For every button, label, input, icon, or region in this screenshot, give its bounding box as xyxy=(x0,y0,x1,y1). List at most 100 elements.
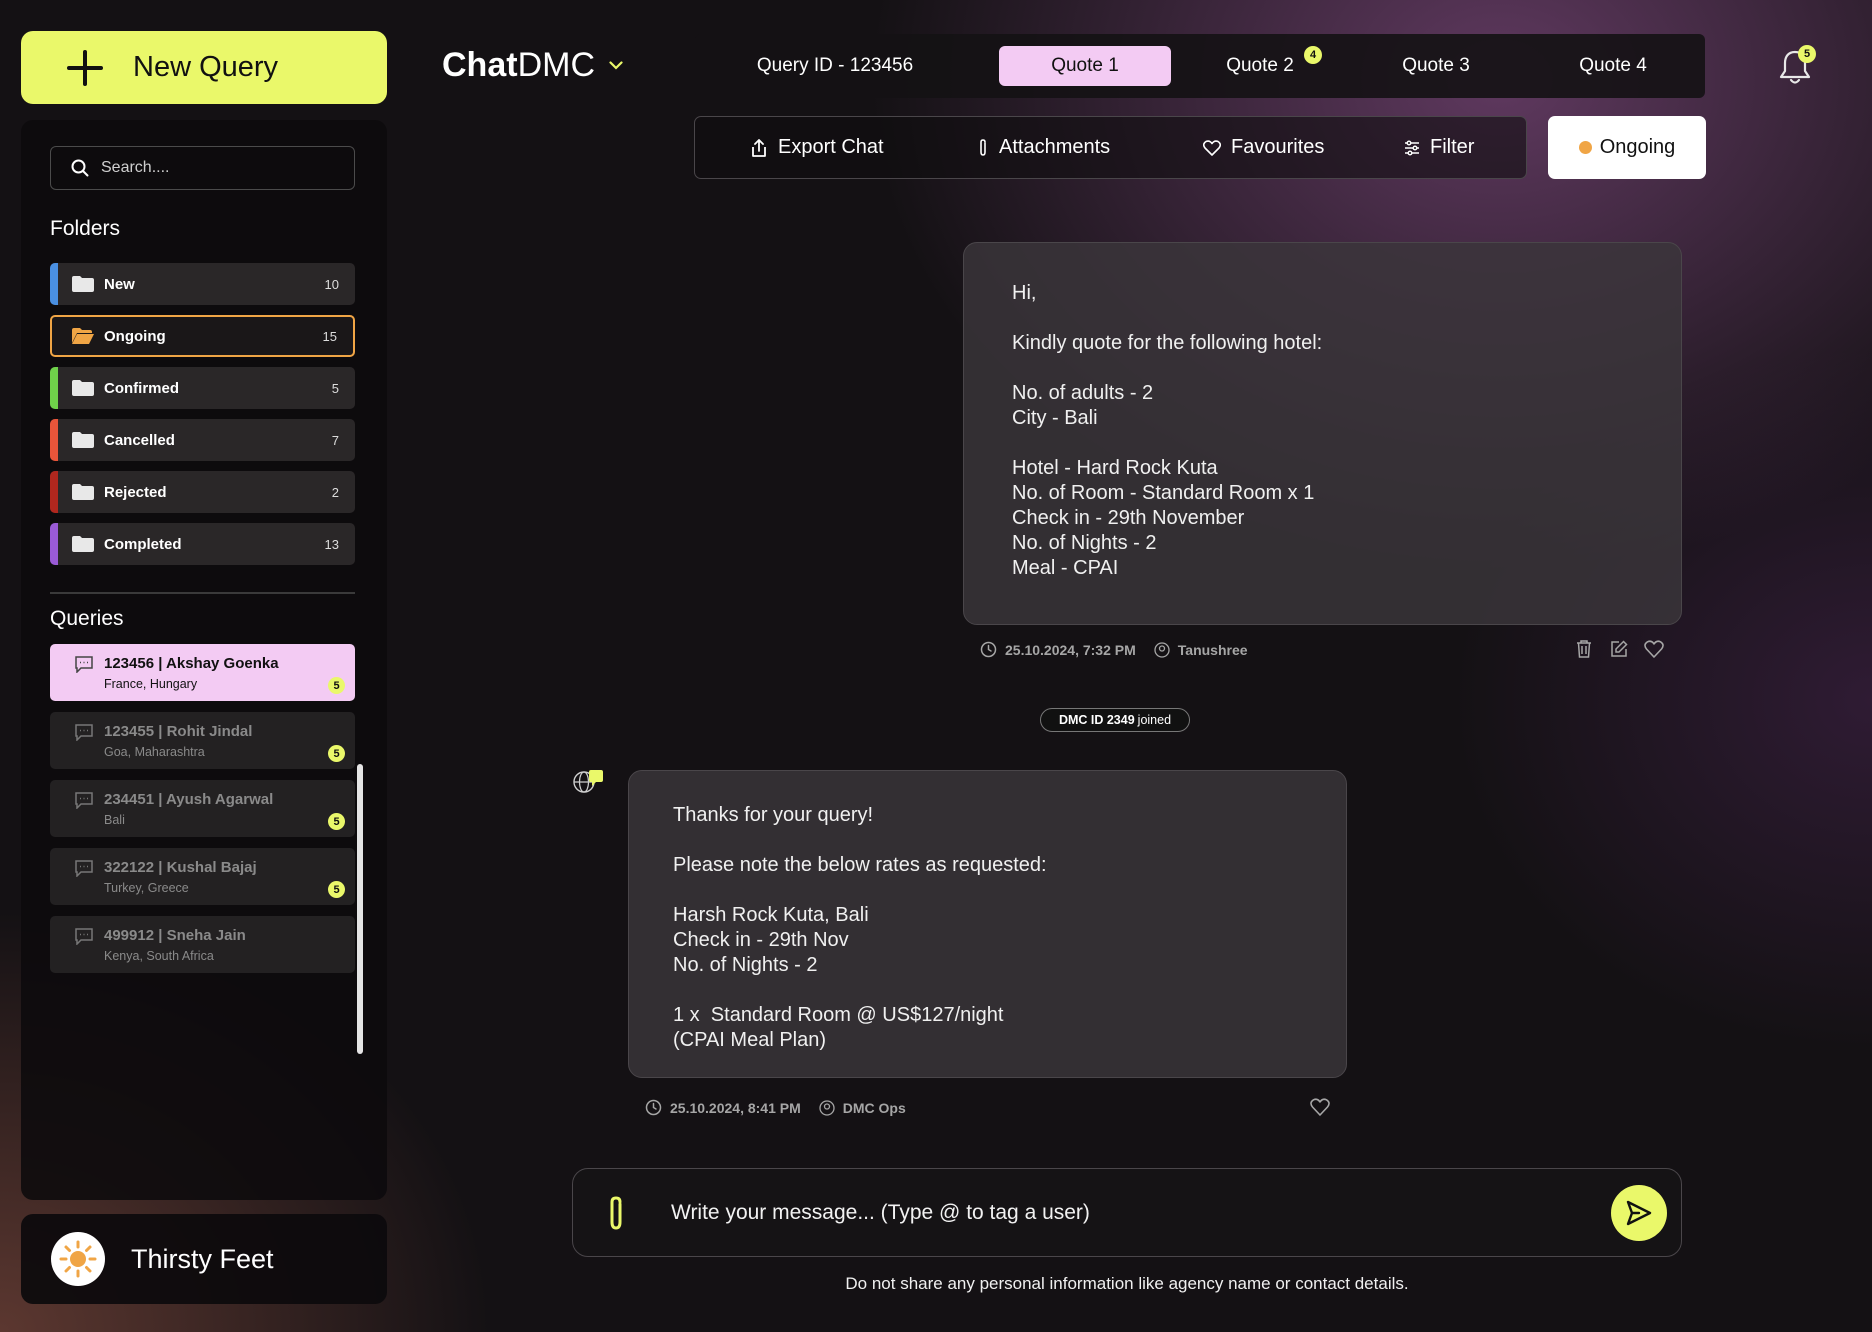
export-chat-button[interactable]: Export Chat xyxy=(750,117,884,178)
folder-rejected[interactable]: Rejected 2 xyxy=(50,471,355,513)
attachments-button[interactable]: Attachments xyxy=(977,117,1110,178)
filter-button[interactable]: Filter xyxy=(1404,117,1474,178)
plus-icon xyxy=(67,49,103,86)
query-badge: 5 xyxy=(328,745,345,762)
chevron-down-icon xyxy=(609,61,623,70)
notification-badge: 5 xyxy=(1798,45,1816,63)
query-badge: 5 xyxy=(328,881,345,898)
query-location: Turkey, Greece xyxy=(104,881,189,895)
sun-icon xyxy=(59,1240,97,1278)
share-icon xyxy=(752,138,766,157)
folder-color-stripe xyxy=(50,419,58,461)
favourites-button[interactable]: Favourites xyxy=(1203,117,1324,178)
message-line: Meal - CPAI xyxy=(1012,557,1119,579)
folder-color-stripe xyxy=(50,263,58,305)
sidebar-scrollbar[interactable] xyxy=(357,764,363,1054)
user-icon xyxy=(1154,641,1170,658)
message-line: Check in - 29th November xyxy=(1012,507,1245,529)
message-line: No. of Nights - 2 xyxy=(673,954,818,976)
search-input[interactable] xyxy=(101,159,341,177)
paperclip-icon xyxy=(980,138,986,156)
folder-icon xyxy=(72,432,94,448)
folder-label: Rejected xyxy=(104,483,167,501)
query-title: 234451 | Ayush Agarwal xyxy=(104,791,274,808)
folder-open-icon xyxy=(72,328,94,344)
message-line: Thanks for your query! xyxy=(673,804,874,826)
trash-icon[interactable] xyxy=(1576,640,1592,658)
query-id-tab[interactable]: Query ID - 123456 xyxy=(715,46,955,86)
query-location: Kenya, South Africa xyxy=(104,949,214,963)
clock-icon xyxy=(980,641,997,658)
tab-label: Quote 2 xyxy=(1226,55,1294,76)
message-meta: 25.10.2024, 7:32 PM Tanushree xyxy=(980,641,1248,658)
tab-quote-4[interactable]: Quote 4 xyxy=(1538,46,1688,86)
favourites-label: Favourites xyxy=(1231,136,1325,158)
app-logo[interactable]: Chat DMC xyxy=(442,46,623,85)
message-line: City - Bali xyxy=(1012,407,1098,429)
sidebar-divider xyxy=(50,592,355,594)
message-author: Tanushree xyxy=(1177,641,1248,658)
query-item[interactable]: 499912 | Sneha Jain Kenya, South Africa xyxy=(50,916,355,973)
folder-icon xyxy=(72,484,94,500)
send-button[interactable] xyxy=(1611,1185,1667,1241)
send-icon xyxy=(1626,1200,1652,1226)
joined-notice: DMC ID 2349 joined xyxy=(1040,708,1190,732)
folder-color-stripe xyxy=(50,367,58,409)
folder-new[interactable]: New 10 xyxy=(50,263,355,305)
notifications-button[interactable]: 5 xyxy=(1777,44,1817,88)
message-input[interactable] xyxy=(671,1194,1551,1232)
heart-icon[interactable] xyxy=(1644,640,1664,658)
folder-icon xyxy=(72,380,94,396)
edit-icon[interactable] xyxy=(1610,640,1628,658)
query-item[interactable]: 123456 | Akshay Goenka France, Hungary 5 xyxy=(50,644,355,701)
folder-count: 10 xyxy=(324,276,339,292)
new-query-button[interactable]: New Query xyxy=(21,31,387,104)
message-line: Hotel - Hard Rock Kuta xyxy=(1012,457,1218,479)
folder-cancelled[interactable]: Cancelled 7 xyxy=(50,419,355,461)
tab-quote-3[interactable]: Quote 3 xyxy=(1361,46,1511,86)
attachments-label: Attachments xyxy=(999,136,1111,158)
query-title: 123455 | Rohit Jindal xyxy=(104,723,253,740)
query-location: Bali xyxy=(104,813,125,827)
folder-ongoing[interactable]: Ongoing 15 xyxy=(50,315,355,357)
folder-label: New xyxy=(104,275,135,293)
message-line xyxy=(673,828,1346,853)
joined-suffix: joined xyxy=(1137,713,1172,727)
search-box[interactable] xyxy=(50,146,355,190)
message-bubble-outgoing: Hi, Kindly quote for the following hotel… xyxy=(963,242,1682,625)
status-label: Ongoing xyxy=(1599,136,1676,158)
message-line: Please note the below rates as requested… xyxy=(673,854,1047,876)
sidebar: Folders New 10 Ongoing 15 Confirmed 5 Ca… xyxy=(21,120,387,1200)
profile-name: Thirsty Feet xyxy=(131,1243,274,1274)
query-item[interactable]: 322122 | Kushal Bajaj Turkey, Greece 5 xyxy=(50,848,355,905)
user-icon xyxy=(819,1099,835,1116)
chat-toolbar: Export Chat Attachments Favourites Filte… xyxy=(694,116,1527,179)
message-line: No. of Room - Standard Room x 1 xyxy=(1012,482,1315,504)
message-time: 25.10.2024, 8:41 PM xyxy=(670,1099,801,1116)
message-line: 1 x Standard Room @ US$127/night xyxy=(673,1004,1004,1026)
clock-icon xyxy=(645,1099,662,1116)
folder-label: Completed xyxy=(104,535,182,553)
filter-label: Filter xyxy=(1430,136,1475,158)
chat-icon xyxy=(75,724,93,741)
message-line xyxy=(1012,356,1681,381)
globe-chat-icon xyxy=(573,770,603,793)
chat-icon xyxy=(75,860,93,877)
paperclip-icon[interactable] xyxy=(605,1195,627,1233)
folder-label: Cancelled xyxy=(104,431,175,449)
heart-icon[interactable] xyxy=(1310,1098,1330,1116)
message-line: Harsh Rock Kuta, Bali xyxy=(673,904,869,926)
query-item[interactable]: 234451 | Ayush Agarwal Bali 5 xyxy=(50,780,355,837)
query-item[interactable]: 123455 | Rohit Jindal Goa, Maharashtra 5 xyxy=(50,712,355,769)
folder-completed[interactable]: Completed 13 xyxy=(50,523,355,565)
chat-icon xyxy=(75,792,93,809)
message-line: Kindly quote for the following hotel: xyxy=(1012,332,1323,354)
tab-quote-1[interactable]: Quote 1 xyxy=(999,46,1171,86)
status-dropdown[interactable]: Ongoing xyxy=(1548,116,1706,179)
message-line xyxy=(673,878,1346,903)
export-chat-label: Export Chat xyxy=(778,136,884,158)
folder-confirmed[interactable]: Confirmed 5 xyxy=(50,367,355,409)
folder-icon xyxy=(72,276,94,292)
profile-card[interactable]: Thirsty Feet xyxy=(21,1214,387,1304)
query-title: 123456 | Akshay Goenka xyxy=(104,655,279,672)
